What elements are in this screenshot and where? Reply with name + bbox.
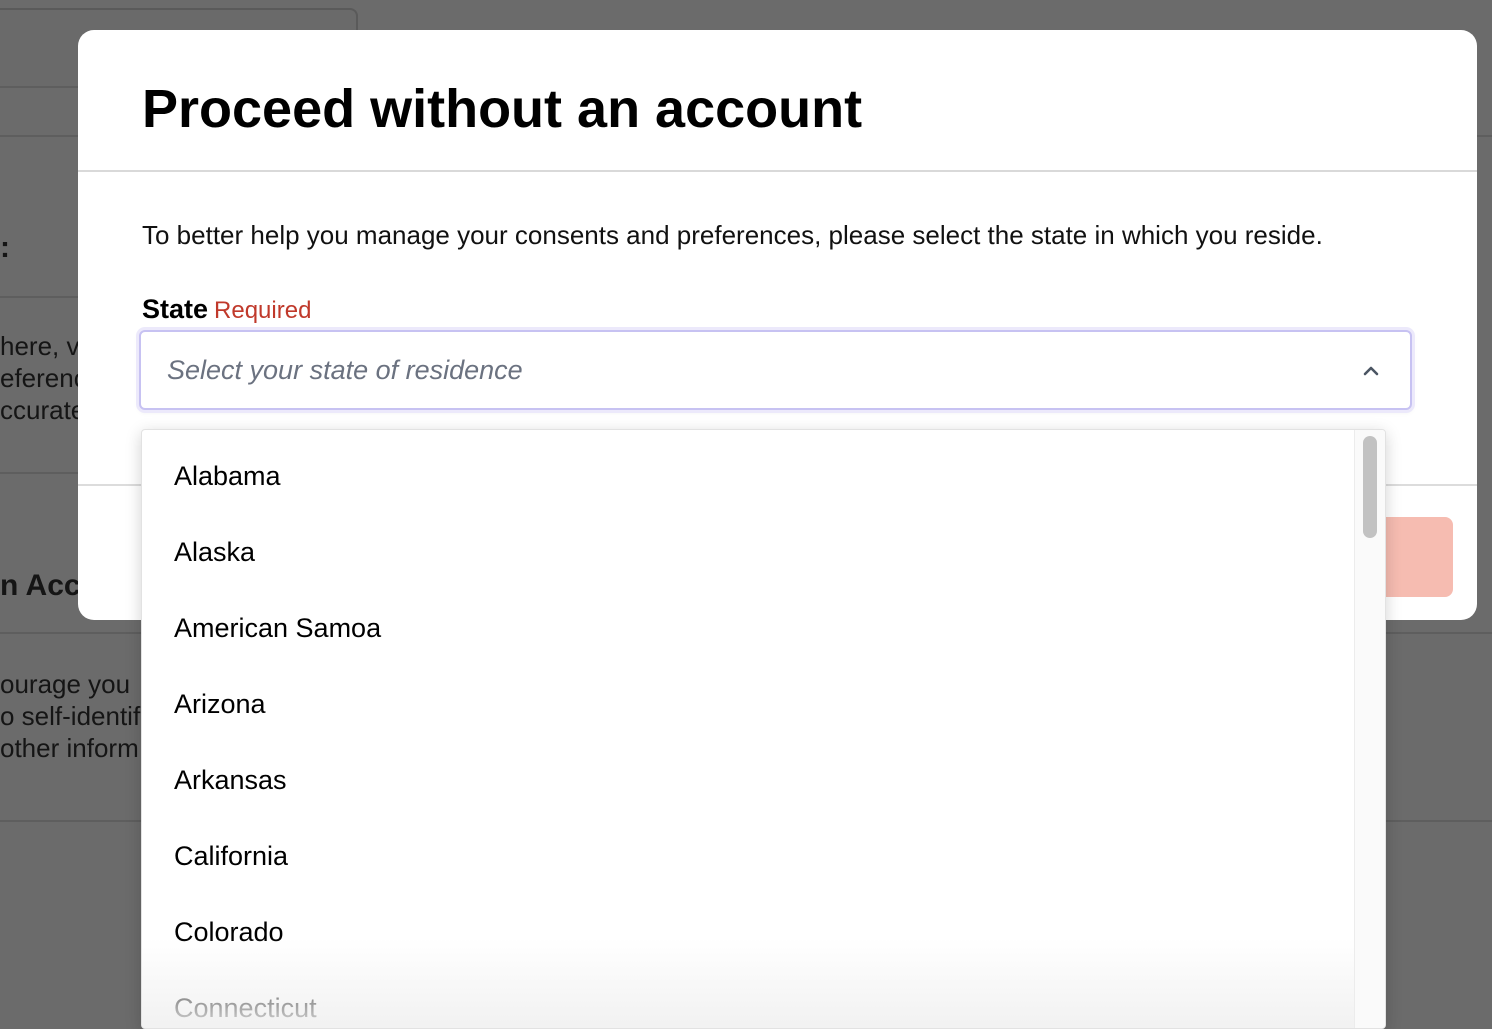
- background-heading: n Acc: [0, 569, 81, 602]
- background-divider: [0, 86, 80, 88]
- state-option[interactable]: Arizona: [142, 666, 1385, 742]
- background-text-line: ourage you: [0, 669, 131, 699]
- modal-title: Proceed without an account: [142, 79, 863, 139]
- dropdown-scrollbar[interactable]: [1354, 430, 1385, 1028]
- state-label-text: State: [142, 294, 209, 324]
- modal-body: To better help you manage your consents …: [139, 202, 1415, 410]
- chevron-up-icon[interactable]: [1362, 362, 1380, 380]
- state-option[interactable]: American Samoa: [142, 590, 1385, 666]
- state-option[interactable]: California: [142, 818, 1385, 894]
- modal-header: Proceed without an account: [78, 30, 1477, 172]
- background-text-line: here, v: [0, 331, 80, 361]
- state-options: Alabama Alaska American Samoa Arizona Ar…: [142, 430, 1385, 1028]
- state-option[interactable]: Arkansas: [142, 742, 1385, 818]
- state-dropdown-list: Alabama Alaska American Samoa Arizona Ar…: [141, 429, 1386, 1029]
- background-divider: [0, 472, 80, 474]
- state-field-label: State Required: [142, 294, 311, 325]
- background-colon: :: [0, 231, 10, 264]
- background-text-line: ccurate: [0, 395, 86, 425]
- required-indicator: Required: [214, 297, 312, 324]
- modal-intro-text: To better help you manage your consents …: [142, 220, 1323, 250]
- state-option[interactable]: Colorado: [142, 894, 1385, 970]
- state-option[interactable]: Connecticut: [142, 970, 1385, 1028]
- background-divider: [0, 296, 80, 298]
- state-select-placeholder: Select your state of residence: [167, 354, 523, 385]
- state-option[interactable]: Alabama: [142, 438, 1385, 514]
- background-text-line: other inform: [0, 733, 139, 763]
- dropdown-scroll-thumb[interactable]: [1363, 436, 1377, 538]
- background-text-line: o self-identif: [0, 701, 141, 731]
- state-option[interactable]: Alaska: [142, 514, 1385, 590]
- state-select[interactable]: Select your state of residence: [139, 330, 1412, 410]
- background-text-line: eferenc: [0, 363, 87, 393]
